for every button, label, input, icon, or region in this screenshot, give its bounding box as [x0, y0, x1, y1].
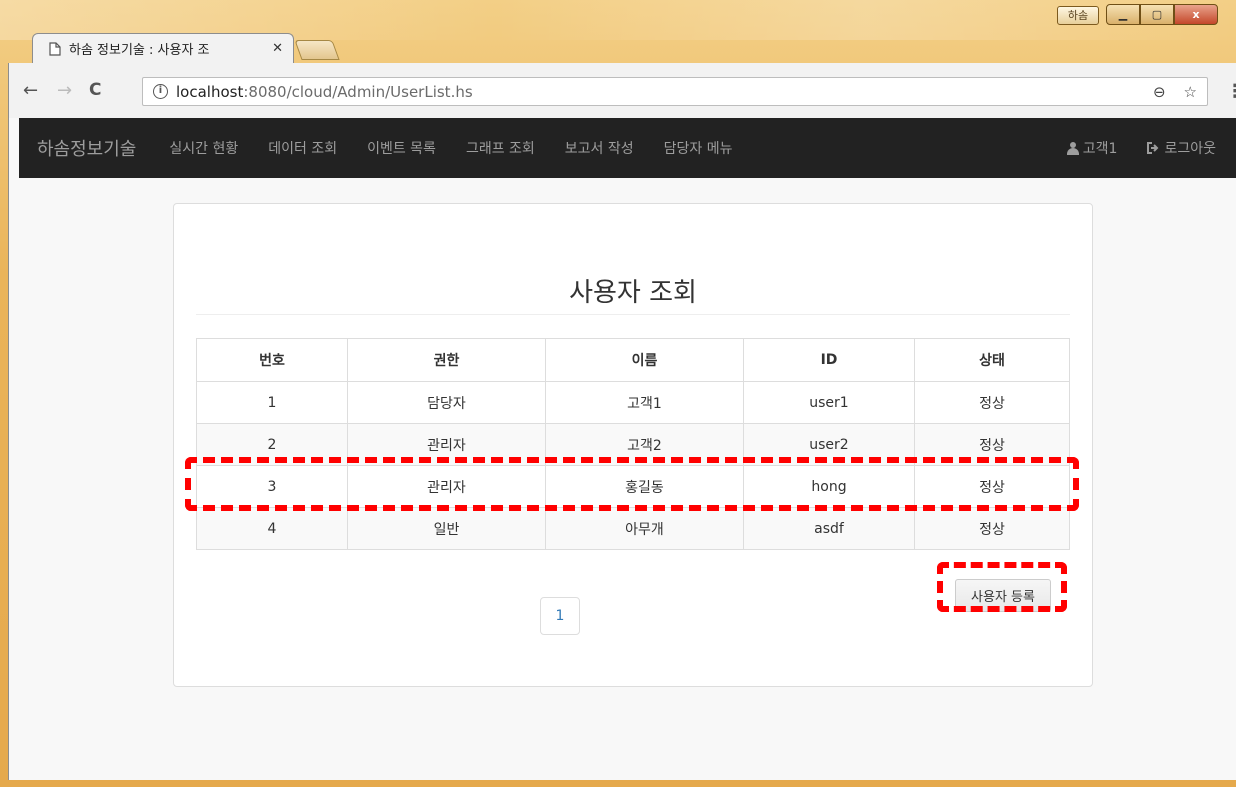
browser-tab[interactable]: 하솜 정보기술 : 사용자 조 ✕ — [32, 33, 294, 63]
minimize-icon: ▁ — [1118, 8, 1128, 21]
close-window-button[interactable]: x — [1174, 4, 1218, 25]
cell-status: 정상 — [914, 507, 1070, 550]
navbar-right: 고객1 로그아웃 — [1052, 138, 1231, 158]
tab-close-icon[interactable]: ✕ — [272, 41, 283, 56]
cell-id: asdf — [743, 507, 915, 550]
cell-name: 고객2 — [545, 423, 744, 466]
window-user-label[interactable]: 하솜 — [1057, 6, 1099, 25]
user-list-panel: 사용자 조회 번호 권한 이름 ID 상태 1 담당자 고객1 user1 정상… — [173, 203, 1093, 687]
user-table: 번호 권한 이름 ID 상태 1 담당자 고객1 user1 정상 2 관리자 … — [196, 338, 1070, 550]
nav-item-realtime[interactable]: 실시간 현황 — [154, 138, 253, 158]
reload-icon[interactable]: C — [89, 80, 101, 100]
table-header-row: 번호 권한 이름 ID 상태 — [196, 338, 1070, 382]
table-row[interactable]: 4 일반 아무개 asdf 정상 — [196, 507, 1070, 550]
cell-number: 3 — [196, 465, 348, 508]
table-row[interactable]: 3 관리자 홍길동 hong 정상 — [196, 465, 1070, 508]
info-icon[interactable]: i — [153, 84, 168, 99]
cell-number: 4 — [196, 507, 348, 550]
cell-name: 아무개 — [545, 507, 744, 550]
cell-role: 담당자 — [347, 381, 546, 424]
cell-name: 고객1 — [545, 381, 744, 424]
column-header-id: ID — [743, 338, 915, 382]
cell-role: 일반 — [347, 507, 546, 550]
cell-number: 1 — [196, 381, 348, 424]
browser-menu-icon[interactable]: ⋮ — [1226, 81, 1236, 102]
cell-role: 관리자 — [347, 423, 546, 466]
url-path: :8080/cloud/Admin/UserList.hs — [243, 82, 473, 101]
tab-title: 하솜 정보기술 : 사용자 조 — [69, 43, 210, 58]
cell-number: 2 — [196, 423, 348, 466]
url-host: localhost — [176, 82, 244, 101]
bookmark-star-icon[interactable]: ☆ — [1184, 83, 1197, 101]
cell-role: 관리자 — [347, 465, 546, 508]
page-viewport: 하솜정보기술 실시간 현황 데이터 조회 이벤트 목록 그래프 조회 보고서 작… — [8, 118, 1236, 780]
cell-id: user1 — [743, 381, 915, 424]
cell-id: hong — [743, 465, 915, 508]
cell-id: user2 — [743, 423, 915, 466]
column-header-number: 번호 — [196, 338, 348, 382]
table-row[interactable]: 1 담당자 고객1 user1 정상 — [196, 381, 1070, 424]
browser-window: 하솜 ▁ ▢ x 하솜 정보기술 : 사용자 조 ✕ ← → C i local… — [0, 0, 1236, 787]
logout-icon — [1147, 142, 1159, 154]
cell-status: 정상 — [914, 381, 1070, 424]
maximize-icon: ▢ — [1151, 8, 1163, 21]
window-controls: ▁ ▢ x — [1106, 4, 1218, 25]
nav-item-data[interactable]: 데이터 조회 — [253, 138, 352, 158]
forward-arrow-icon[interactable]: → — [57, 80, 72, 101]
cell-status: 정상 — [914, 423, 1070, 466]
cell-name: 홍길동 — [545, 465, 744, 508]
browser-toolbar: ← → C i localhost:8080/cloud/Admin/UserL… — [8, 63, 1236, 118]
register-user-button[interactable]: 사용자 등록 — [955, 579, 1051, 612]
user-icon — [1066, 141, 1079, 155]
nav-item-report[interactable]: 보고서 작성 — [550, 138, 649, 158]
title-divider — [196, 314, 1070, 315]
top-navbar: 하솜정보기술 실시간 현황 데이터 조회 이벤트 목록 그래프 조회 보고서 작… — [19, 118, 1236, 178]
column-header-role: 권한 — [347, 338, 546, 382]
brand-link[interactable]: 하솜정보기술 — [37, 135, 136, 161]
column-header-name: 이름 — [545, 338, 744, 382]
pagination-page-1[interactable]: 1 — [540, 597, 580, 635]
nav-item-events[interactable]: 이벤트 목록 — [352, 138, 451, 158]
address-bar[interactable]: i localhost:8080/cloud/Admin/UserList.hs… — [142, 77, 1208, 106]
logout-label: 로그아웃 — [1164, 141, 1216, 157]
logout-link[interactable]: 로그아웃 — [1132, 138, 1231, 158]
back-arrow-icon[interactable]: ← — [23, 80, 38, 101]
minimize-button[interactable]: ▁ — [1106, 4, 1140, 25]
cell-status: 정상 — [914, 465, 1070, 508]
page-title: 사용자 조회 — [569, 278, 697, 308]
close-icon: x — [1192, 8, 1200, 21]
nav-item-graph[interactable]: 그래프 조회 — [451, 138, 550, 158]
user-menu[interactable]: 고객1 — [1052, 138, 1133, 158]
user-name: 고객1 — [1082, 141, 1118, 157]
table-row[interactable]: 2 관리자 고객2 user2 정상 — [196, 423, 1070, 466]
page-icon — [49, 41, 61, 56]
new-tab-button[interactable] — [294, 40, 340, 60]
column-header-status: 상태 — [914, 338, 1070, 382]
maximize-button[interactable]: ▢ — [1140, 4, 1174, 25]
nav-item-manager[interactable]: 담당자 메뉴 — [649, 138, 748, 158]
zoom-icon[interactable]: ⊖ — [1153, 83, 1166, 101]
